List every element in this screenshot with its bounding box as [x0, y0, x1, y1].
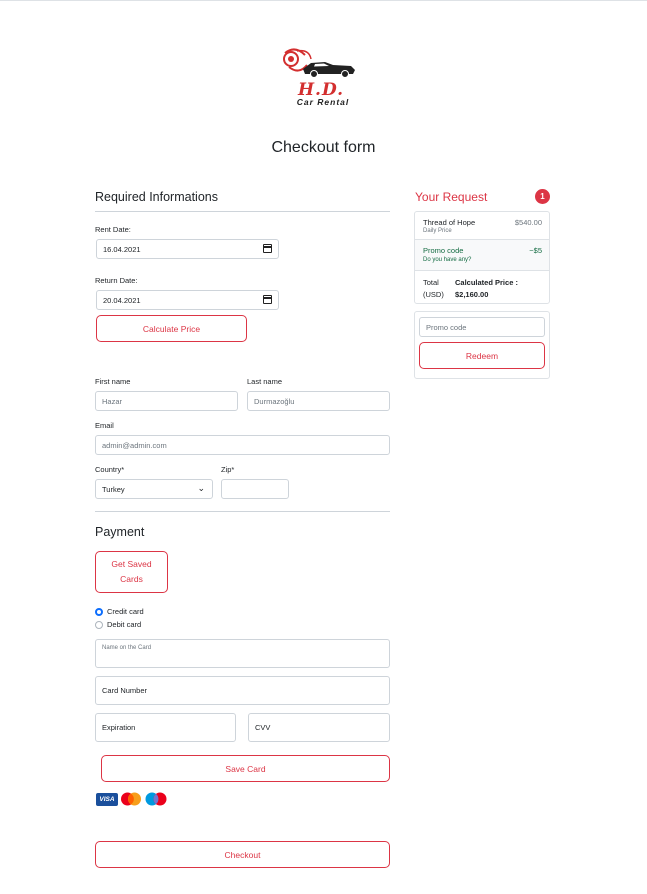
card-number-field[interactable]: Card Number: [95, 676, 390, 705]
top-divider: [0, 0, 647, 1]
total-label: Total: [423, 278, 439, 287]
name-on-card-field[interactable]: Name on the Card: [95, 639, 390, 668]
last-name-field[interactable]: Durmazoğlu: [247, 391, 390, 411]
get-saved-cards-button[interactable]: Get Saved Cards: [95, 551, 168, 593]
promo-code-input[interactable]: Promo code: [419, 317, 545, 337]
calculate-price-button[interactable]: Calculate Price: [96, 315, 247, 342]
logo-subtitle: Car Rental: [296, 97, 350, 107]
cvv-field[interactable]: CVV: [248, 713, 390, 742]
required-divider: [95, 211, 390, 212]
calculated-price-label: Calculated Price :: [455, 278, 518, 287]
expiration-field[interactable]: Expiration: [95, 713, 236, 742]
rent-date-input[interactable]: 16.04.2021: [96, 239, 279, 259]
return-date-label: Return Date:: [95, 276, 138, 285]
payment-section-title: Payment: [95, 525, 145, 539]
debit-card-radio[interactable]: [95, 620, 103, 629]
promo-row: Promo code Do you have any? −$5: [415, 240, 549, 271]
card-logos: VISA: [96, 792, 168, 806]
payment-divider: [95, 511, 390, 512]
visa-icon: VISA: [96, 792, 118, 806]
zip-label: Zip*: [221, 465, 235, 474]
zip-field[interactable]: [221, 479, 289, 499]
calculated-price-value: $2,160.00: [455, 290, 489, 299]
item-name: Thread of Hope: [423, 218, 476, 227]
email-label: Email: [95, 421, 114, 430]
country-select[interactable]: Turkey ⌄: [95, 479, 213, 499]
last-name-label: Last name: [247, 377, 283, 386]
required-section-title: Required Informations: [95, 190, 218, 204]
first-name-field[interactable]: Hazar: [95, 391, 238, 411]
debit-card-option[interactable]: Debit card: [95, 620, 141, 629]
rent-date-value: 16.04.2021: [103, 244, 141, 254]
credit-card-option[interactable]: Credit card: [95, 607, 144, 616]
promo-name: Promo code: [423, 246, 464, 255]
country-value: Turkey: [102, 484, 125, 494]
debit-card-label: Debit card: [107, 620, 142, 629]
calendar-icon[interactable]: [263, 295, 272, 304]
page-title: Checkout form: [271, 139, 376, 156]
first-name-label: First name: [95, 377, 131, 386]
redeem-button[interactable]: Redeem: [419, 342, 545, 369]
rent-date-label: Rent Date:: [95, 225, 131, 234]
mastercard-icon: [121, 792, 141, 806]
promo-amount: −$5: [529, 246, 542, 255]
email-field[interactable]: admin@admin.com: [95, 435, 390, 455]
your-request-title: Your Request: [415, 190, 488, 204]
total-currency: (USD): [423, 290, 444, 299]
total-row: Total (USD) Calculated Price : $2,160.00: [415, 271, 549, 303]
checkout-button[interactable]: Checkout: [95, 841, 390, 868]
promo-sub: Do you have any?: [423, 257, 472, 263]
credit-card-radio[interactable]: [95, 607, 103, 616]
credit-card-label: Credit card: [107, 607, 144, 616]
maestro-icon: [145, 792, 167, 806]
calendar-icon[interactable]: [263, 244, 272, 253]
promo-form: Promo code Redeem: [414, 311, 550, 379]
request-count-badge: 1: [535, 189, 550, 204]
save-card-button[interactable]: Save Card: [101, 755, 390, 782]
return-date-value: 20.04.2021: [103, 295, 141, 305]
list-item: Thread of Hope Daily Price $540.00: [415, 212, 549, 240]
chevron-down-icon: ⌄: [197, 483, 205, 493]
country-label: Country*: [95, 465, 125, 474]
return-date-input[interactable]: 20.04.2021: [96, 290, 279, 310]
request-summary: Thread of Hope Daily Price $540.00 Promo…: [414, 211, 550, 304]
item-sub: Daily Price: [423, 228, 452, 234]
item-price: $540.00: [514, 218, 542, 227]
